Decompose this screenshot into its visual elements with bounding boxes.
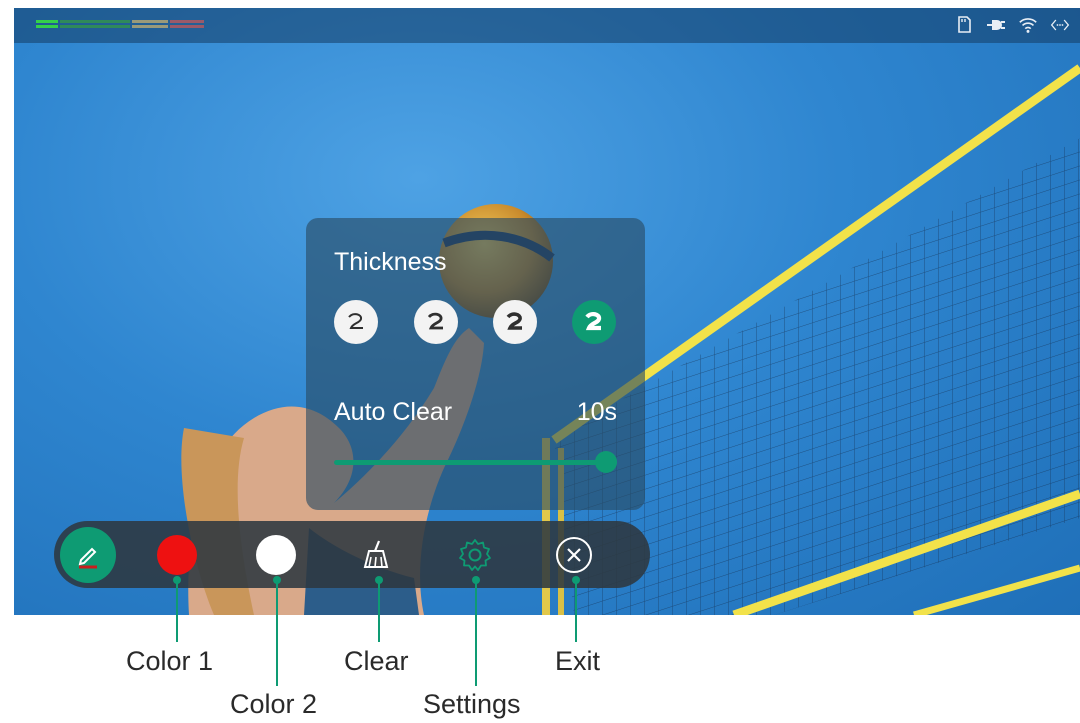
stroke-thin-icon (348, 313, 363, 329)
clear-callout-label: Clear (344, 646, 409, 676)
color-1-swatch (157, 535, 197, 575)
exit-button[interactable] (549, 530, 599, 580)
thickness-option-extra-thick[interactable] (572, 300, 616, 344)
thickness-option-medium[interactable] (414, 300, 458, 344)
thickness-option-thick[interactable] (493, 300, 537, 344)
stroke-medium-icon (427, 312, 443, 330)
exit-callout-label: Exit (555, 646, 601, 676)
clear-button[interactable] (351, 530, 401, 580)
color-2-callout-label: Color 2 (230, 689, 318, 719)
exit-callout-line (575, 580, 577, 642)
audio-level-meter (36, 20, 206, 32)
thickness-label: Thickness (334, 248, 447, 276)
stroke-extra-thick-icon (585, 312, 602, 331)
settings-button[interactable] (450, 530, 500, 580)
slider-thumb[interactable] (595, 451, 617, 473)
pen-button[interactable] (60, 527, 116, 583)
color-2-button[interactable] (251, 530, 301, 580)
gear-icon (459, 539, 491, 571)
broom-icon (363, 540, 389, 568)
settings-panel: Thickness Auto Clear 10s (306, 218, 645, 510)
thickness-options (334, 300, 624, 346)
auto-clear-value: 10s (576, 398, 617, 426)
wifi-icon (1018, 14, 1038, 36)
color-2-swatch (256, 535, 296, 575)
settings-callout-label: Settings (423, 689, 521, 719)
power-plug-icon (986, 14, 1006, 36)
stroke-thick-icon (506, 312, 522, 330)
slider-track[interactable] (334, 460, 617, 465)
drawing-toolbar (54, 521, 650, 588)
color-2-callout-line (276, 580, 278, 686)
auto-clear-label: Auto Clear (334, 398, 453, 426)
thickness-option-thin[interactable] (334, 300, 378, 344)
settings-callout-line (475, 580, 477, 686)
auto-clear-slider[interactable] (334, 450, 617, 474)
clear-callout-line (378, 580, 380, 642)
color-1-callout-label: Color 1 (126, 646, 214, 676)
sd-card-icon (954, 14, 974, 36)
pen-icon (78, 547, 97, 569)
audio-level-bars (36, 20, 204, 28)
network-arrows-icon (1050, 14, 1070, 36)
close-icon (556, 537, 592, 573)
color-1-callout-line (176, 580, 178, 642)
status-bar (14, 8, 1080, 43)
color-1-button[interactable] (152, 530, 202, 580)
